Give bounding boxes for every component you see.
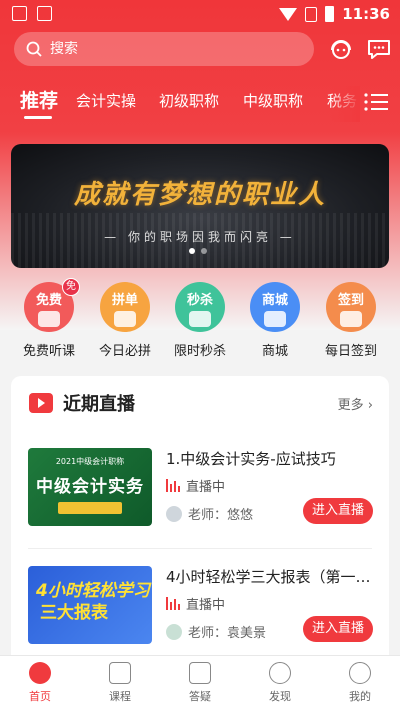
chat-icon [189,662,211,684]
live-bars-icon [166,479,180,492]
nav-label: 首页 [29,690,51,703]
nav-home[interactable]: 首页 [10,662,70,704]
live-status: 直播中 [166,476,225,495]
quick-entry-label: 免费听课 [22,344,75,359]
quick-entry-group-buy[interactable]: 拼单 今日必拼 [87,282,163,359]
message-icon[interactable] [366,36,392,62]
course-thumbnail[interactable]: 2021中级会计职称 中级会计实务 [28,448,152,526]
tv-icon [29,393,53,413]
live-bars-icon [166,597,180,610]
teacher-info: 老师：袁美景 [166,622,266,641]
book-icon [109,662,131,684]
pdf-notification-icon [37,6,52,21]
live-section-header: 近期直播 [29,390,135,416]
customer-service-icon[interactable] [328,36,354,62]
teacher-name: 老师：悠悠 [188,508,254,523]
quick-entry-label: 限时秒杀 [173,344,226,359]
image-notification-icon [12,6,27,21]
tab-recommend[interactable]: 推荐 [20,86,58,113]
quick-entry-badge-text: 签到 [337,293,364,308]
nav-discover[interactable]: 发现 [250,662,310,704]
banner-pagination [189,248,207,254]
live-course-item[interactable]: 2021中级会计职称 中级会计实务 1.中级会计实务-应试技巧 直播中 老师：悠… [11,434,389,554]
wifi-icon [279,7,298,21]
nav-label: 我的 [349,690,371,703]
live-status: 直播中 [166,594,225,613]
tag-icon [114,311,136,327]
course-title[interactable]: 4小时轻松学三大报表（第一… [166,566,376,587]
nav-label: 课程 [109,690,131,703]
search-bar[interactable] [14,32,314,66]
live-section-title: 近期直播 [63,394,135,415]
home-icon [29,662,51,684]
quick-entry-label: 每日签到 [324,344,377,359]
enter-live-button[interactable]: 进入直播 [303,616,373,642]
live-section: 近期直播 更多 › 2021中级会计职称 中级会计实务 1.中级会计实务-应试技… [11,376,389,666]
thumbnail-caption: 2021中级会计职称 [55,457,125,466]
live-status-text: 直播中 [186,480,226,495]
calendar-icon [340,311,362,327]
live-status-text: 直播中 [186,598,226,613]
divider [28,548,372,549]
quick-entry-badge-text: 拼单 [111,293,138,308]
user-icon [349,662,371,684]
tab-intermediate-title[interactable]: 中级职称 [243,90,303,111]
quick-entry-badge-text: 商城 [261,293,288,308]
tab-accounting-practice[interactable]: 会计实操 [76,90,136,111]
more-link[interactable]: 更多 › [338,394,373,413]
lightning-icon [189,311,211,327]
status-bar: 11:36 [0,0,400,28]
free-badge: 免 [62,278,80,296]
category-tabs: 推荐 会计实操 初级职称 中级职称 税务 [0,86,400,126]
menu-icon[interactable] [364,92,388,112]
quick-entry-check-in[interactable]: 签到 每日签到 [313,282,389,359]
active-tab-indicator [24,116,52,119]
search-icon [26,41,42,57]
nav-label: 答疑 [189,690,211,703]
planet-icon [269,662,291,684]
bottom-navigation: 首页 课程 答疑 发现 我的 [0,655,400,711]
search-input[interactable] [50,41,270,57]
pagination-dot [201,248,207,254]
thumbnail-tag [58,502,122,514]
quick-entry-label: 商城 [261,344,288,359]
pagination-dot-active [189,248,195,254]
nav-courses[interactable]: 课程 [90,662,150,704]
no-sim-icon [305,6,318,22]
tab-junior-title[interactable]: 初级职称 [159,90,219,111]
live-course-item[interactable]: 4小时轻松学习 三大报表 4小时轻松学三大报表（第一… 直播中 老师：袁美景 进… [11,554,389,666]
clock: 11:36 [342,5,390,23]
banner-title: 成就有梦想的职业人 [73,180,326,210]
nav-profile[interactable]: 我的 [330,662,390,704]
quick-entry-flash-sale[interactable]: 秒杀 限时秒杀 [162,282,238,359]
avatar [166,623,182,640]
quick-entry-free-course[interactable]: 免费 免 免费听课 [11,278,87,359]
banner-subtitle: — 你的职场因我而闪亮 — [104,230,296,244]
course-thumbnail[interactable]: 4小时轻松学习 三大报表 [28,566,152,644]
quick-entry-badge-text: 秒杀 [186,293,213,308]
quick-entry-mall[interactable]: 商城 商城 [237,282,313,359]
quick-entry-grid: 免费 免 免费听课 拼单 今日必拼 秒杀 限时秒杀 商城 商城 签到 每日签到 [0,278,400,362]
play-icon [38,311,60,327]
shopping-bag-icon [264,311,286,327]
promo-banner[interactable]: 成就有梦想的职业人 — 你的职场因我而闪亮 — [11,144,389,268]
quick-entry-badge-text: 免费 [35,293,62,308]
quick-entry-label: 今日必拼 [98,344,151,359]
tab-fade [330,86,360,122]
thumbnail-subtitle: 三大报表 [40,603,108,623]
nav-qa[interactable]: 答疑 [170,662,230,704]
battery-icon [325,6,335,22]
teacher-info: 老师：悠悠 [166,504,253,523]
thumbnail-title: 中级会计实务 [36,477,144,497]
avatar [166,505,182,522]
teacher-name: 老师：袁美景 [188,626,267,641]
nav-label: 发现 [269,690,291,703]
course-title[interactable]: 1.中级会计实务-应试技巧 [166,448,376,469]
enter-live-button[interactable]: 进入直播 [303,498,373,524]
